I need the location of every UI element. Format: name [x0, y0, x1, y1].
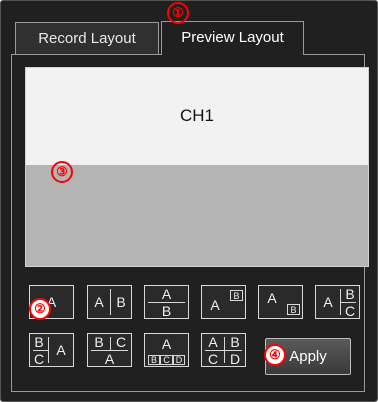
- layout-cell: C: [160, 355, 173, 365]
- layout-cell: B: [230, 290, 243, 301]
- layout-cell: B: [116, 294, 126, 310]
- tab-preview-layout[interactable]: Preview Layout: [161, 21, 304, 55]
- layout-two-left-plus-one-button[interactable]: B C A: [29, 333, 74, 367]
- layout-cell: D: [229, 350, 241, 367]
- layout-cell: C: [207, 350, 219, 367]
- channel-preview-pane: CH1: [26, 68, 368, 165]
- annotation-marker-1: ①: [167, 2, 189, 24]
- layout-cell: A: [208, 334, 218, 350]
- layout-cell: B: [34, 334, 44, 350]
- annotation-marker-2: ②: [29, 298, 51, 320]
- annotation-marker-4: ④: [264, 344, 286, 366]
- layout-quad-button[interactable]: A B C D: [201, 333, 246, 367]
- layout-cell: C: [344, 302, 356, 319]
- layout-split-horizontal-button[interactable]: A B: [144, 285, 189, 319]
- layout-cell: B: [230, 334, 240, 350]
- tab-record-layout[interactable]: Record Layout: [15, 22, 159, 54]
- layout-split-vertical-button[interactable]: A B: [87, 285, 132, 319]
- layout-cell: D: [173, 355, 185, 365]
- layout-one-plus-two-right-button[interactable]: A B C: [315, 285, 360, 319]
- layout-cell: A: [56, 342, 66, 358]
- layout-cell: C: [33, 350, 45, 367]
- layout-cell: A: [210, 297, 220, 313]
- layout-pip-bottom-right-button[interactable]: A B: [258, 285, 303, 319]
- layout-pip-top-right-button[interactable]: A B: [201, 285, 246, 319]
- layout-cell: A: [161, 286, 172, 302]
- layout-cell: A: [267, 290, 277, 306]
- layout-cell: A: [161, 335, 172, 352]
- layout-cell: B: [94, 334, 104, 350]
- layout-cell: B: [345, 286, 355, 302]
- channel-label: CH1: [179, 106, 214, 125]
- layout-cell: A: [94, 294, 104, 310]
- layout-cell: B: [287, 304, 300, 315]
- layout-cell: B: [161, 302, 172, 319]
- apply-button-label: Apply: [289, 348, 327, 365]
- layout-cell: C: [115, 334, 127, 350]
- channel-preview-area[interactable]: CH1: [25, 67, 369, 267]
- layout-cell: A: [104, 350, 115, 367]
- layout-two-top-plus-one-button[interactable]: B C A: [87, 333, 132, 367]
- annotation-marker-3: ③: [51, 161, 73, 183]
- layout-cell: B: [148, 355, 160, 365]
- layout-panel: Record Layout Preview Layout CH1 A A B A…: [0, 0, 378, 402]
- layout-cell: A: [323, 294, 333, 310]
- layout-one-plus-three-button[interactable]: A B C D: [144, 333, 189, 367]
